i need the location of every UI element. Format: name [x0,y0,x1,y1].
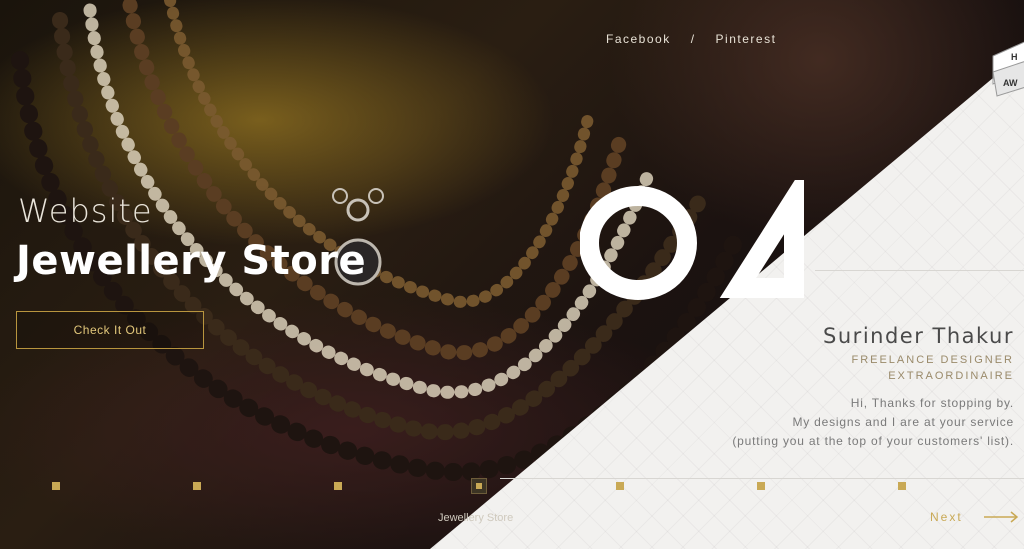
designer-name: Surinder Thakur [823,324,1014,348]
check-it-out-button[interactable]: Check It Out [16,311,204,349]
award-text-bottom: AW [1003,78,1018,88]
social-nav: Facebook / Pinterest [606,32,796,46]
panel-divider-bottom [500,478,1024,479]
slide-number [580,180,804,300]
designer-role: FREELANCE DESIGNER EXTRAORDINAIRE [851,352,1014,384]
pager-dot-active[interactable] [471,478,487,494]
hero-slider: Facebook / Pinterest H AW Website Jeweller… [0,0,1024,549]
greeting-line: My designs and I are at your service [792,415,1014,429]
next-button[interactable]: Next [930,510,963,524]
arrow-right-icon[interactable] [984,510,1020,524]
slide-title: Jewellery Store [16,238,367,284]
slide-caption: Jewellery Store [438,512,514,524]
designer-role-line: FREELANCE DESIGNER [851,354,1014,366]
pager-dot[interactable] [898,482,906,490]
pinterest-link[interactable]: Pinterest [716,32,777,46]
facebook-link[interactable]: Facebook [606,32,671,46]
pager-dot[interactable] [52,482,60,490]
pager-dot[interactable] [334,482,342,490]
award-text-top: H [1011,52,1018,62]
greeting-line: (putting you at the top of your customer… [732,434,1014,448]
designer-role-line: EXTRAORDINAIRE [888,370,1014,382]
nav-separator: / [690,32,696,46]
panel-divider-top [815,270,1024,271]
pager-dot[interactable] [193,482,201,490]
designer-greeting: Hi, Thanks for stopping by. My designs a… [732,394,1014,451]
pager-dot[interactable] [757,482,765,490]
pager-dot[interactable] [616,482,624,490]
award-badge[interactable]: H AW [987,38,1024,100]
slide-subtitle: Website [18,192,153,230]
award-ribbon-icon: H AW [992,41,1024,97]
slide-pager [0,478,1024,494]
greeting-line: Hi, Thanks for stopping by. [850,396,1014,410]
